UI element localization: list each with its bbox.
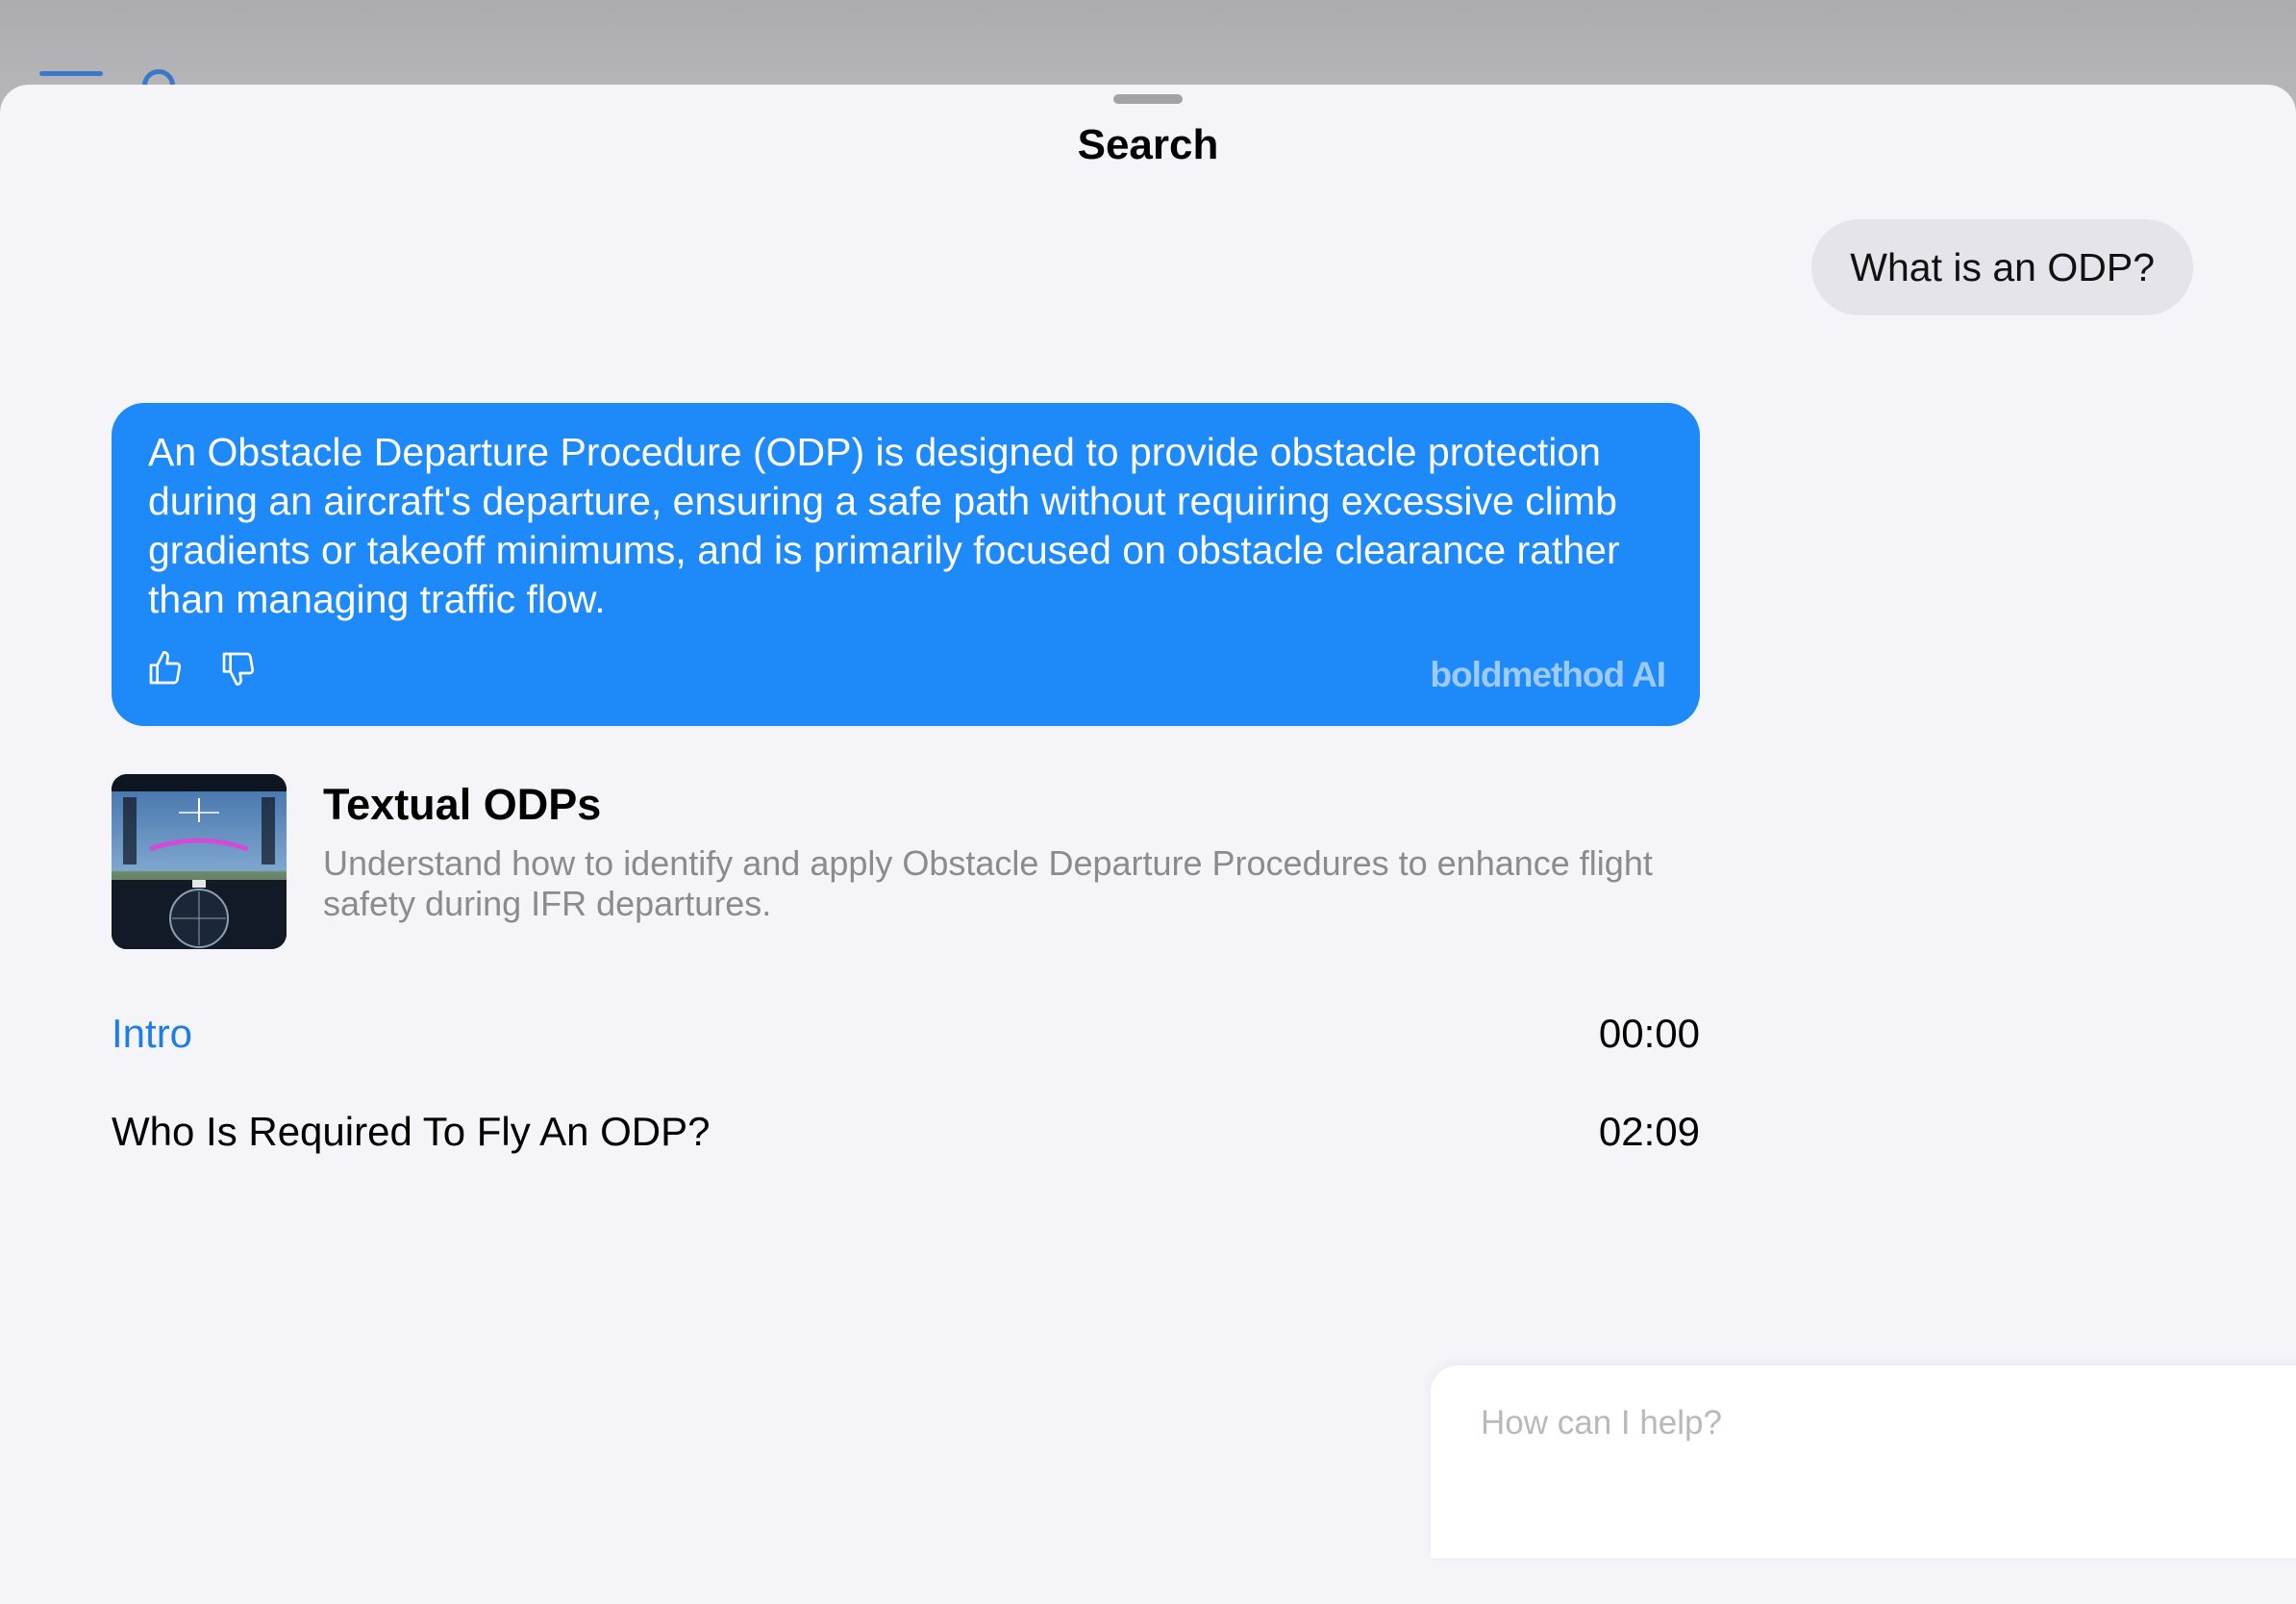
chapter-item-intro[interactable]: Intro 00:00: [112, 1000, 1700, 1067]
chapter-label: Intro: [112, 1011, 193, 1056]
thumbs-up-icon[interactable]: [146, 649, 185, 688]
ai-response-card: An Obstacle Departure Procedure (ODP) is…: [112, 403, 1700, 726]
lesson-description: Understand how to identify and apply Obs…: [323, 843, 1653, 923]
chat-input-panel: [1431, 1366, 2296, 1558]
sheet-title: Search: [1077, 121, 1219, 168]
chapter-label: Who Is Required To Fly An ODP?: [112, 1109, 711, 1154]
feedback-actions: [146, 649, 258, 688]
chat-input[interactable]: [1481, 1396, 2269, 1450]
thumbs-down-icon[interactable]: [219, 649, 258, 688]
lesson-title: Textual ODPs: [323, 780, 602, 829]
ai-brand-label: boldmethod AI: [1430, 655, 1666, 694]
sheet-grabber[interactable]: [1113, 94, 1183, 104]
chapter-item-who-is-required[interactable]: Who Is Required To Fly An ODP? 02:09: [112, 1098, 1700, 1165]
chapter-time: 02:09: [1598, 1109, 1700, 1154]
lesson-thumbnail: [112, 774, 287, 949]
chapter-time: 00:00: [1598, 1011, 1700, 1056]
user-message-bubble: What is an ODP?: [1811, 219, 2193, 315]
lesson-result[interactable]: Textual ODPs Understand how to identify …: [112, 774, 1700, 949]
ai-response-text: An Obstacle Departure Procedure (ODP) is…: [148, 430, 1620, 621]
